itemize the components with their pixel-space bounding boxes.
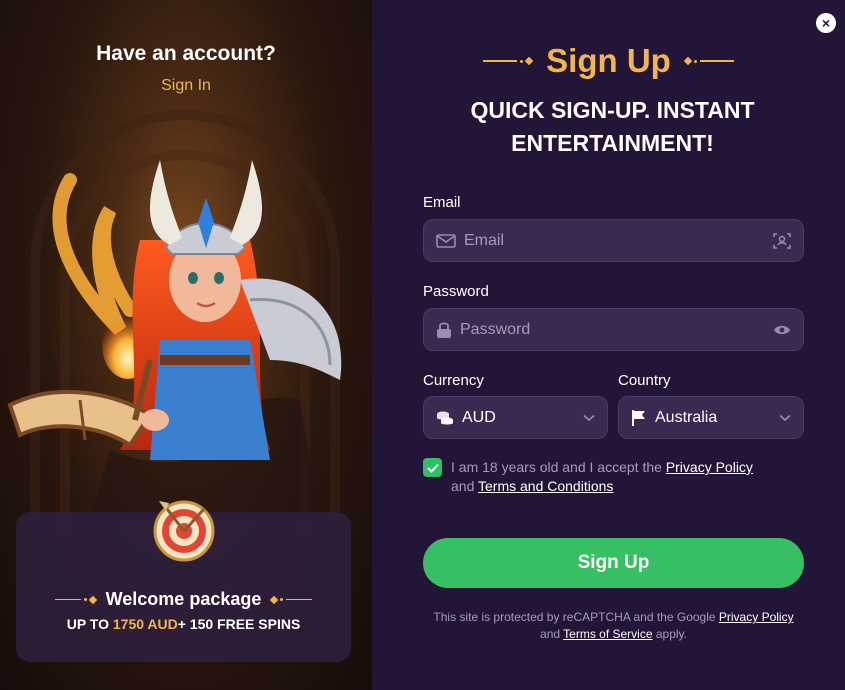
currency-value: AUD <box>462 408 496 426</box>
password-field[interactable]: Password <box>423 308 804 351</box>
password-label: Password <box>423 283 489 300</box>
recaptcha-text-middle: and <box>540 627 564 641</box>
sign-in-link[interactable]: Sign In <box>0 77 372 95</box>
terms-link[interactable]: Terms and Conditions <box>478 478 613 494</box>
password-placeholder: Password <box>460 320 531 338</box>
recaptcha-text-after: apply. <box>652 627 687 641</box>
lock-icon <box>436 321 452 339</box>
page-title: Sign Up <box>546 42 671 79</box>
have-account-heading: Have an account? <box>96 42 276 65</box>
offer-amount: 1750 AUD <box>112 616 178 632</box>
country-value: Australia <box>655 408 718 426</box>
contact-card-icon[interactable] <box>773 232 791 250</box>
age-consent-checkbox[interactable] <box>423 458 442 477</box>
welcome-offer-text: UP TO 1750 AUD+ 150 FREE SPINS <box>16 616 351 632</box>
recaptcha-notice: This site is protected by reCAPTCHA and … <box>423 609 804 643</box>
email-field[interactable]: Email <box>423 219 804 262</box>
google-privacy-link[interactable]: Privacy Policy <box>719 610 794 624</box>
signup-submit-button[interactable]: Sign Up <box>423 538 804 588</box>
tagline: QUICK SIGN-UP. INSTANT ENTERTAINMENT! <box>470 97 755 156</box>
currency-label: Currency <box>423 372 484 389</box>
offer-prefix: UP TO <box>66 616 113 632</box>
offer-suffix: + 150 FREE SPINS <box>177 616 301 632</box>
viking-girl-illustration <box>7 160 342 520</box>
coins-icon <box>436 409 454 427</box>
email-label: Email <box>423 194 461 211</box>
currency-select[interactable]: AUD <box>423 396 608 439</box>
google-tos-link[interactable]: Terms of Service <box>563 627 652 641</box>
chevron-down-icon <box>583 414 595 422</box>
envelope-icon <box>436 233 456 248</box>
target-icon <box>153 500 215 562</box>
email-placeholder: Email <box>464 231 505 249</box>
ornament-left <box>54 595 97 604</box>
eye-icon[interactable] <box>773 324 791 336</box>
country-select[interactable]: Australia <box>618 396 804 439</box>
recaptcha-text-before: This site is protected by reCAPTCHA and … <box>433 610 719 624</box>
close-button[interactable]: × <box>816 13 836 33</box>
ornament-left <box>483 56 534 66</box>
checkmark-icon <box>426 463 439 473</box>
country-label: Country <box>618 372 671 389</box>
consent-text-middle: and <box>451 478 478 494</box>
privacy-policy-link[interactable]: Privacy Policy <box>666 459 753 475</box>
chevron-down-icon <box>779 414 791 422</box>
flag-icon <box>631 409 647 427</box>
consent-text-before: I am 18 years old and I accept the <box>451 459 666 475</box>
ornament-right <box>270 595 313 604</box>
signup-title-row: Sign Up <box>372 42 845 80</box>
welcome-package-row: Welcome package <box>16 589 351 610</box>
welcome-package-title: Welcome package <box>105 589 262 609</box>
consent-text: I am 18 years old and I accept the Priva… <box>451 458 796 496</box>
ornament-right <box>683 56 734 66</box>
